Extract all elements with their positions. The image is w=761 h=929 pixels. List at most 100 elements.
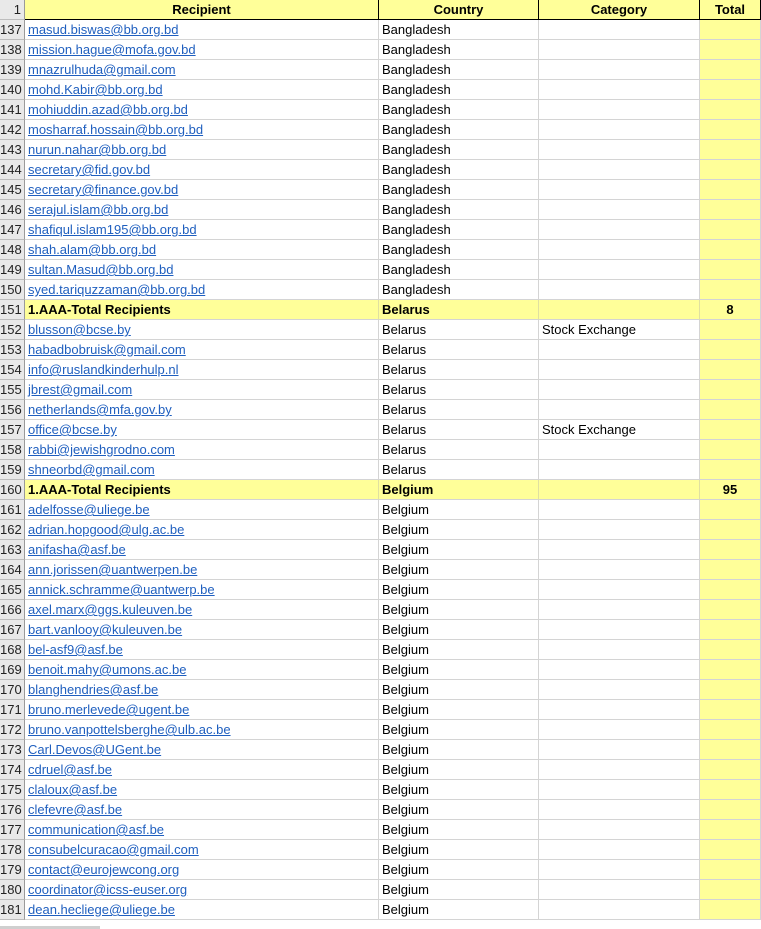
category-cell[interactable] bbox=[539, 660, 700, 680]
recipient-cell[interactable]: sultan.Masud@bb.org.bd bbox=[25, 260, 379, 280]
category-cell[interactable] bbox=[539, 200, 700, 220]
recipient-email-link[interactable]: habadbobruisk@gmail.com bbox=[28, 342, 186, 357]
category-cell[interactable] bbox=[539, 800, 700, 820]
country-cell[interactable]: Bangladesh bbox=[379, 20, 539, 40]
recipient-email-link[interactable]: coordinator@icss-euser.org bbox=[28, 882, 187, 897]
recipient-email-link[interactable]: claloux@asf.be bbox=[28, 782, 117, 797]
category-cell[interactable] bbox=[539, 300, 700, 320]
recipient-email-link[interactable]: blanghendries@asf.be bbox=[28, 682, 158, 697]
country-cell[interactable]: Belarus bbox=[379, 420, 539, 440]
total-cell[interactable] bbox=[700, 640, 761, 660]
row-number[interactable]: 139 bbox=[0, 60, 25, 80]
country-cell[interactable]: Belgium bbox=[379, 600, 539, 620]
category-cell[interactable] bbox=[539, 640, 700, 660]
column-header-category[interactable]: Category bbox=[539, 0, 700, 20]
recipient-cell[interactable]: bel-asf9@asf.be bbox=[25, 640, 379, 660]
recipient-email-link[interactable]: ann.jorissen@uantwerpen.be bbox=[28, 562, 197, 577]
category-cell[interactable] bbox=[539, 160, 700, 180]
total-cell[interactable] bbox=[700, 620, 761, 640]
total-cell[interactable] bbox=[700, 760, 761, 780]
country-cell[interactable]: Bangladesh bbox=[379, 240, 539, 260]
category-cell[interactable]: Stock Exchange bbox=[539, 420, 700, 440]
row-number[interactable]: 148 bbox=[0, 240, 25, 260]
country-cell[interactable]: Belarus bbox=[379, 300, 539, 320]
recipient-email-link[interactable]: shafiqul.islam195@bb.org.bd bbox=[28, 222, 197, 237]
total-cell[interactable] bbox=[700, 420, 761, 440]
country-cell[interactable]: Belarus bbox=[379, 460, 539, 480]
category-cell[interactable] bbox=[539, 720, 700, 740]
total-cell[interactable] bbox=[700, 460, 761, 480]
recipient-email-link[interactable]: mnazrulhuda@gmail.com bbox=[28, 62, 176, 77]
category-cell[interactable] bbox=[539, 600, 700, 620]
row-number[interactable]: 180 bbox=[0, 880, 25, 900]
recipient-email-link[interactable]: nurun.nahar@bb.org.bd bbox=[28, 142, 166, 157]
total-cell[interactable] bbox=[700, 780, 761, 800]
recipient-email-link[interactable]: mosharraf.hossain@bb.org.bd bbox=[28, 122, 203, 137]
category-cell[interactable]: Stock Exchange bbox=[539, 320, 700, 340]
recipient-cell[interactable]: dean.hecliege@uliege.be bbox=[25, 900, 379, 920]
country-cell[interactable]: Bangladesh bbox=[379, 120, 539, 140]
recipient-cell[interactable]: shafiqul.islam195@bb.org.bd bbox=[25, 220, 379, 240]
country-cell[interactable]: Belgium bbox=[379, 700, 539, 720]
category-cell[interactable] bbox=[539, 400, 700, 420]
total-cell[interactable] bbox=[700, 260, 761, 280]
country-cell[interactable]: Bangladesh bbox=[379, 40, 539, 60]
column-header-country[interactable]: Country bbox=[379, 0, 539, 20]
recipient-cell[interactable]: mohd.Kabir@bb.org.bd bbox=[25, 80, 379, 100]
recipient-email-link[interactable]: rabbi@jewishgrodno.com bbox=[28, 442, 175, 457]
country-cell[interactable]: Bangladesh bbox=[379, 220, 539, 240]
country-cell[interactable]: Belarus bbox=[379, 440, 539, 460]
recipient-cell[interactable]: adrian.hopgood@ulg.ac.be bbox=[25, 520, 379, 540]
row-number[interactable]: 164 bbox=[0, 560, 25, 580]
row-number[interactable]: 162 bbox=[0, 520, 25, 540]
column-header-total[interactable]: Total bbox=[700, 0, 761, 20]
recipient-cell[interactable]: contact@eurojewcong.org bbox=[25, 860, 379, 880]
country-cell[interactable]: Bangladesh bbox=[379, 180, 539, 200]
recipient-email-link[interactable]: bruno.vanpottelsberghe@ulb.ac.be bbox=[28, 722, 231, 737]
category-cell[interactable] bbox=[539, 500, 700, 520]
recipient-cell[interactable]: ann.jorissen@uantwerpen.be bbox=[25, 560, 379, 580]
total-cell[interactable] bbox=[700, 120, 761, 140]
total-cell[interactable] bbox=[700, 680, 761, 700]
total-cell[interactable] bbox=[700, 860, 761, 880]
total-cell[interactable] bbox=[700, 600, 761, 620]
recipient-cell[interactable]: mnazrulhuda@gmail.com bbox=[25, 60, 379, 80]
row-number[interactable]: 173 bbox=[0, 740, 25, 760]
category-cell[interactable] bbox=[539, 740, 700, 760]
country-cell[interactable]: Bangladesh bbox=[379, 60, 539, 80]
recipient-cell[interactable]: secretary@fid.gov.bd bbox=[25, 160, 379, 180]
row-number[interactable]: 179 bbox=[0, 860, 25, 880]
recipient-cell[interactable]: blusson@bcse.by bbox=[25, 320, 379, 340]
recipient-cell[interactable]: bruno.merlevede@ugent.be bbox=[25, 700, 379, 720]
country-cell[interactable]: Bangladesh bbox=[379, 200, 539, 220]
total-cell[interactable] bbox=[700, 800, 761, 820]
recipient-email-link[interactable]: axel.marx@ggs.kuleuven.be bbox=[28, 602, 192, 617]
row-number[interactable]: 150 bbox=[0, 280, 25, 300]
recipient-email-link[interactable]: dean.hecliege@uliege.be bbox=[28, 902, 175, 917]
recipient-email-link[interactable]: secretary@finance.gov.bd bbox=[28, 182, 178, 197]
recipient-cell[interactable]: claloux@asf.be bbox=[25, 780, 379, 800]
category-cell[interactable] bbox=[539, 280, 700, 300]
total-cell[interactable] bbox=[700, 140, 761, 160]
row-number[interactable]: 163 bbox=[0, 540, 25, 560]
country-cell[interactable]: Bangladesh bbox=[379, 100, 539, 120]
country-cell[interactable]: Belarus bbox=[379, 400, 539, 420]
recipient-email-link[interactable]: anifasha@asf.be bbox=[28, 542, 126, 557]
row-number[interactable]: 160 bbox=[0, 480, 25, 500]
recipient-email-link[interactable]: adrian.hopgood@ulg.ac.be bbox=[28, 522, 184, 537]
recipient-email-link[interactable]: secretary@fid.gov.bd bbox=[28, 162, 150, 177]
row-number[interactable]: 177 bbox=[0, 820, 25, 840]
total-cell[interactable]: 95 bbox=[700, 480, 761, 500]
row-number[interactable]: 166 bbox=[0, 600, 25, 620]
row-number[interactable]: 145 bbox=[0, 180, 25, 200]
recipient-email-link[interactable]: consubelcuracao@gmail.com bbox=[28, 842, 199, 857]
recipient-email-link[interactable]: cdruel@asf.be bbox=[28, 762, 112, 777]
recipient-email-link[interactable]: office@bcse.by bbox=[28, 422, 117, 437]
row-number[interactable]: 171 bbox=[0, 700, 25, 720]
category-cell[interactable] bbox=[539, 820, 700, 840]
category-cell[interactable] bbox=[539, 620, 700, 640]
recipient-cell[interactable]: jbrest@gmail.com bbox=[25, 380, 379, 400]
row-number[interactable]: 159 bbox=[0, 460, 25, 480]
row-number[interactable]: 151 bbox=[0, 300, 25, 320]
recipient-cell[interactable]: masud.biswas@bb.org.bd bbox=[25, 20, 379, 40]
